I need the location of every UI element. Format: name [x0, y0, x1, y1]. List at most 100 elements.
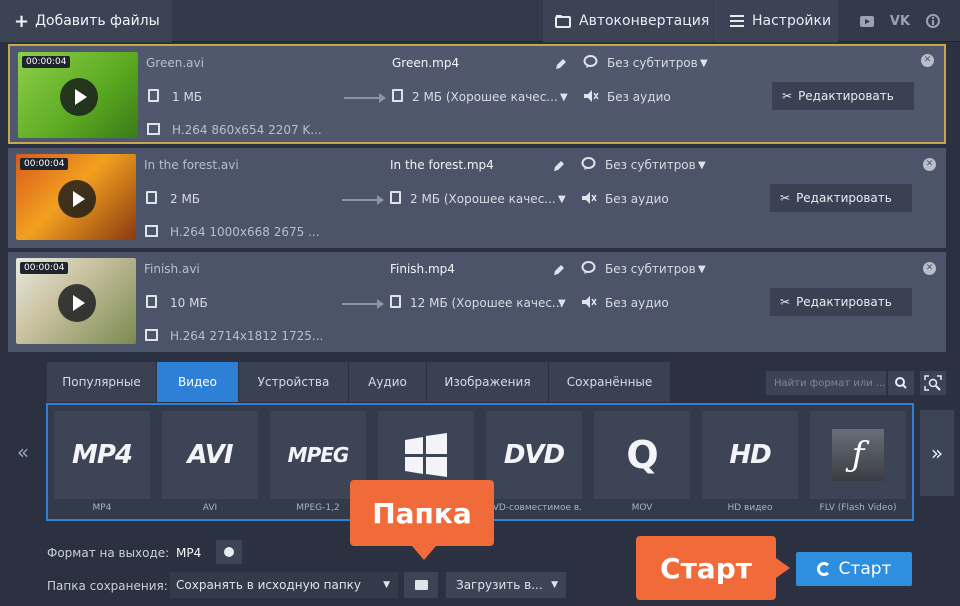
film-icon: [145, 329, 158, 341]
folder-button[interactable]: [404, 572, 438, 598]
video-thumbnail[interactable]: 00:00:04: [16, 154, 136, 240]
tab-video[interactable]: Видео: [157, 362, 239, 402]
output-format-value: MP4: [176, 546, 202, 560]
scan-search-icon: [924, 375, 942, 391]
save-folder-select[interactable]: Сохранять в исходную папку ▼: [170, 572, 398, 598]
audio-select[interactable]: Без аудио: [605, 296, 669, 310]
file-icon: [392, 89, 403, 102]
film-icon: [147, 123, 160, 135]
output-size[interactable]: 2 МБ (Хорошее качес...: [412, 90, 558, 104]
edit-button[interactable]: ✂ Редактировать: [770, 288, 912, 316]
output-size[interactable]: 2 МБ (Хорошее качес...: [410, 192, 556, 206]
search-icon: [895, 377, 907, 389]
format-name: MP4: [92, 503, 112, 513]
source-size: 10 МБ: [170, 296, 208, 310]
detect-format-button[interactable]: [920, 371, 946, 395]
scissors-icon: ✂: [780, 191, 791, 205]
quicktime-logo: Q: [626, 433, 658, 477]
source-filename: In the forest.avi: [144, 158, 239, 172]
file-icon: [146, 191, 157, 204]
audio-select[interactable]: Без аудио: [607, 90, 671, 104]
chevron-down-icon[interactable]: ▼: [560, 92, 568, 103]
format-search-input[interactable]: Найти формат или ...: [766, 371, 886, 395]
file-row[interactable]: 00:00:04 In the forest.avi 2 МБ H.264 10…: [8, 148, 946, 248]
format-settings-button[interactable]: [216, 540, 242, 564]
subtitles-select[interactable]: Без субтитров: [605, 262, 696, 276]
edit-button[interactable]: ✂ Редактировать: [772, 82, 914, 110]
upload-label: Загрузить в...: [456, 578, 543, 592]
settings-label: Настройки: [752, 13, 832, 29]
speaker-mute-icon: [582, 192, 597, 204]
autoconvert-label: Автоконвертация: [579, 13, 710, 29]
format-tile-avi[interactable]: AVI AVI: [162, 411, 258, 515]
settings-button[interactable]: Настройки: [714, 0, 838, 42]
format-tile-hd[interactable]: HD HD видео: [702, 411, 798, 515]
chevron-down-icon: ▼: [383, 580, 390, 590]
search-button[interactable]: [888, 371, 914, 395]
save-folder-value: Сохранять в исходную папку: [176, 578, 362, 592]
pencil-icon[interactable]: [555, 58, 567, 70]
scroll-right-button[interactable]: »: [920, 410, 954, 496]
video-thumbnail[interactable]: 00:00:04: [16, 258, 136, 344]
chevron-down-icon[interactable]: ▼: [698, 160, 706, 171]
close-icon[interactable]: ✕: [921, 54, 934, 67]
file-row[interactable]: 00:00:04 Finish.avi 10 МБ H.264 2714x181…: [8, 252, 946, 352]
tab-audio[interactable]: Аудио: [349, 362, 427, 402]
mpeg-logo: MPEG: [287, 443, 350, 467]
play-icon[interactable]: [58, 284, 96, 322]
audio-select[interactable]: Без аудио: [605, 192, 669, 206]
output-filename[interactable]: Finish.mp4: [390, 262, 455, 276]
chevron-down-icon[interactable]: ▼: [558, 194, 566, 205]
save-folder-label: Папка сохранения:: [47, 579, 168, 593]
tab-popular[interactable]: Популярные: [47, 362, 157, 402]
pencil-icon[interactable]: [553, 160, 565, 172]
play-icon[interactable]: [60, 78, 98, 116]
output-filename[interactable]: In the forest.mp4: [390, 158, 494, 172]
tab-devices[interactable]: Устройства: [239, 362, 349, 402]
info-icon[interactable]: [919, 0, 947, 42]
chevron-down-icon[interactable]: ▼: [700, 58, 708, 69]
file-row[interactable]: 00:00:04 Green.avi 1 МБ H.264 860x654 22…: [8, 44, 946, 144]
youtube-icon[interactable]: [853, 0, 881, 42]
vk-icon[interactable]: VK: [886, 0, 914, 42]
output-size[interactable]: 12 МБ (Хорошее качес...: [410, 296, 563, 310]
format-tile-mp4[interactable]: MP4 MP4: [54, 411, 150, 515]
format-name: FLV (Flash Video): [819, 503, 897, 513]
subtitles-select[interactable]: Без субтитров: [607, 56, 698, 70]
video-thumbnail[interactable]: 00:00:04: [18, 52, 138, 138]
chevron-down-icon[interactable]: ▼: [558, 298, 566, 309]
format-tile-mov[interactable]: Q MOV: [594, 411, 690, 515]
add-files-label: Добавить файлы: [35, 13, 160, 29]
format-tile-flv[interactable]: ƒ FLV (Flash Video): [810, 411, 906, 515]
output-filename[interactable]: Green.mp4: [392, 56, 459, 70]
edit-label: Редактировать: [796, 191, 892, 205]
output-format-label: Формат на выходе:: [47, 546, 170, 560]
pencil-icon[interactable]: [553, 264, 565, 276]
timecode: 00:00:04: [22, 56, 71, 68]
start-button[interactable]: Старт: [796, 552, 912, 586]
flash-logo-icon: ƒ: [832, 429, 884, 481]
scroll-left-button[interactable]: «: [8, 440, 38, 480]
format-name: HD видео: [727, 503, 773, 513]
tab-images[interactable]: Изображения: [427, 362, 549, 402]
subtitles-select[interactable]: Без субтитров: [605, 158, 696, 172]
source-size: 1 МБ: [172, 90, 203, 104]
folder-refresh-icon: [555, 15, 571, 28]
chevron-down-icon[interactable]: ▼: [698, 264, 706, 275]
add-files-button[interactable]: + Добавить файлы: [0, 0, 172, 42]
timecode: 00:00:04: [20, 158, 69, 170]
arrow-right-icon: [342, 195, 384, 205]
autoconvert-button[interactable]: Автоконвертация: [543, 0, 713, 42]
format-tile-dvd[interactable]: DVD DVD-совместимое в...: [486, 411, 582, 515]
format-name: MOV: [631, 503, 653, 513]
tab-saved[interactable]: Сохранённые: [549, 362, 671, 402]
format-name: AVI: [202, 503, 218, 513]
play-icon[interactable]: [58, 180, 96, 218]
close-icon[interactable]: ✕: [923, 262, 936, 275]
source-codec: H.264 860x654 2207 K...: [172, 123, 322, 137]
film-icon: [145, 225, 158, 237]
upload-select[interactable]: Загрузить в... ▼: [446, 572, 566, 598]
edit-button[interactable]: ✂ Редактировать: [770, 184, 912, 212]
folder-callout: Папка: [350, 480, 494, 560]
close-icon[interactable]: ✕: [923, 158, 936, 171]
